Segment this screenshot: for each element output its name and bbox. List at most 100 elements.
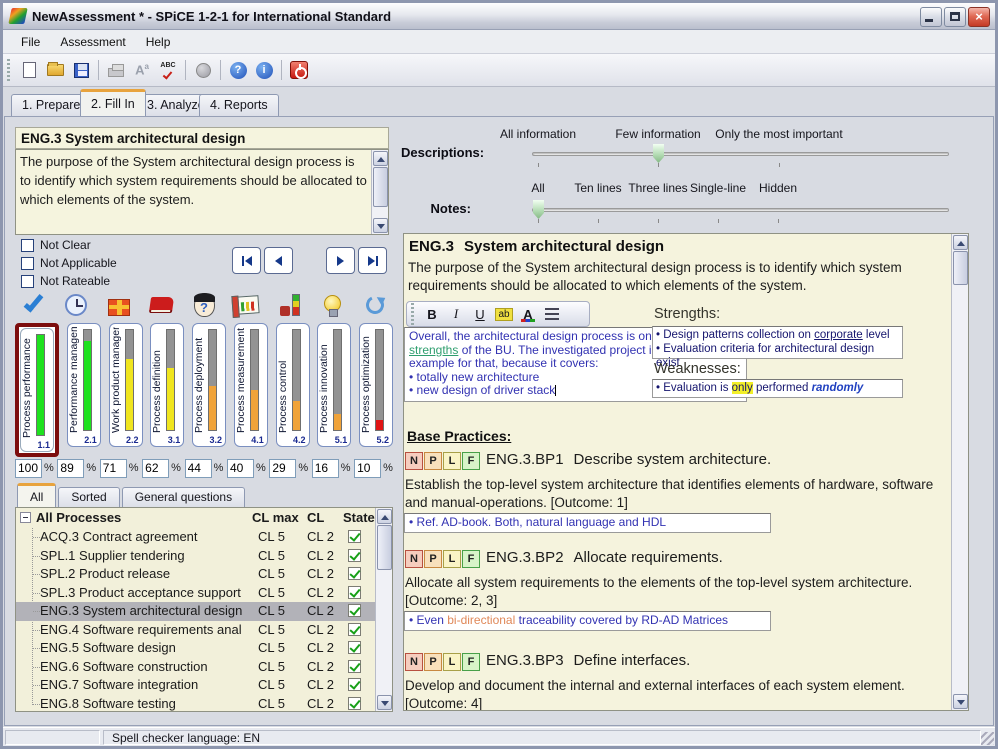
scrollbar-thumb[interactable] <box>377 525 392 570</box>
menu-file[interactable]: File <box>11 31 50 53</box>
checkbox-box[interactable] <box>21 239 34 252</box>
list-tab-general-questions[interactable]: General questions <box>122 487 245 507</box>
rating-f-button[interactable]: F <box>462 550 480 568</box>
table-row[interactable]: ENG.8 Software testingCL 5CL 2 <box>16 695 376 713</box>
spell-check-button[interactable]: ABC <box>156 58 180 82</box>
process-purpose-box[interactable]: The purpose of the System architectural … <box>15 149 389 235</box>
list-tab-all[interactable]: All <box>17 483 56 507</box>
rating-n-button[interactable]: N <box>405 653 423 671</box>
rating-p-button[interactable]: P <box>424 452 442 470</box>
rating-n-button[interactable]: N <box>405 452 423 470</box>
notes-slider-track[interactable] <box>532 208 949 212</box>
percent-input-2-1[interactable] <box>57 459 84 478</box>
question-head-icon[interactable]: ? <box>188 290 220 320</box>
percent-input-5-2[interactable] <box>354 459 381 478</box>
checkbox-not-clear[interactable]: Not Clear <box>21 237 91 253</box>
descriptions-slider-track[interactable] <box>532 152 949 156</box>
document-scrollbar[interactable] <box>951 234 968 710</box>
new-document-button[interactable] <box>17 58 41 82</box>
bold-button[interactable]: B <box>420 304 444 324</box>
history-clock-icon[interactable] <box>60 290 92 320</box>
table-row[interactable]: ENG.7 Software integrationCL 5CL 2 <box>16 676 376 695</box>
percent-input-4-2[interactable] <box>269 459 296 478</box>
purpose-scrollbar[interactable] <box>371 150 388 234</box>
descriptions-slider-thumb[interactable] <box>653 144 664 163</box>
table-row[interactable]: ACQ.3 Contract agreementCL 5CL 2 <box>16 528 376 547</box>
bullet-list-button[interactable] <box>540 304 564 324</box>
percent-input-2-2[interactable] <box>100 459 127 478</box>
bp1-note[interactable]: Ref. AD-book. Both, natural language and… <box>404 513 771 533</box>
tab-reports[interactable]: 4. Reports <box>199 94 279 116</box>
rating-l-button[interactable]: L <box>443 550 461 568</box>
strengths-box[interactable]: Design patterns collection on corporate … <box>652 326 903 359</box>
scroll-up-icon[interactable] <box>373 151 388 166</box>
table-scrollbar[interactable] <box>375 508 392 711</box>
rating-f-button[interactable]: F <box>462 653 480 671</box>
bp2-note[interactable]: Even bi-directional traceability covered… <box>404 611 771 631</box>
font-color-button[interactable]: A <box>516 304 540 324</box>
collapse-icon[interactable] <box>20 512 31 523</box>
percent-input-1-1[interactable] <box>15 459 42 478</box>
previous-process-button[interactable] <box>264 247 293 274</box>
help-button[interactable]: ? <box>226 58 250 82</box>
gauge-process-deployment[interactable]: Process deployment 3.2 <box>192 323 226 447</box>
gauge-process-innovation[interactable]: Process innovation 5.1 <box>317 323 351 447</box>
reference-book-icon[interactable] <box>145 290 177 320</box>
resize-grip[interactable] <box>981 732 994 745</box>
italic-button[interactable]: I <box>444 304 468 324</box>
percent-input-3-2[interactable] <box>185 459 212 478</box>
evaluation-board-icon[interactable] <box>231 290 263 320</box>
maximize-button[interactable] <box>944 7 966 27</box>
open-file-button[interactable] <box>43 58 67 82</box>
checkbox-not-applicable[interactable]: Not Applicable <box>21 255 117 271</box>
rating-l-button[interactable]: L <box>443 653 461 671</box>
table-row-selected[interactable]: ENG.3 System architectural designCL 5CL … <box>16 602 376 621</box>
next-process-button[interactable] <box>326 247 355 274</box>
minimize-button[interactable] <box>920 7 942 27</box>
checkbox-not-rateable[interactable]: Not Rateable <box>21 273 110 289</box>
gauge-process-performance[interactable]: Process performance 1.1 <box>20 328 54 452</box>
percent-input-3-1[interactable] <box>142 459 169 478</box>
table-row[interactable]: ENG.4 Software requirements analCL 5CL 2 <box>16 621 376 640</box>
table-row[interactable]: SPL.2 Product releaseCL 5CL 2 <box>16 565 376 584</box>
gauge-performance-management[interactable]: Performance management 2.1 <box>67 323 101 447</box>
gauge-process-measurement[interactable]: Process measurement 4.1 <box>234 323 268 447</box>
gift-icon[interactable] <box>103 290 135 320</box>
percent-input-5-1[interactable] <box>312 459 339 478</box>
table-row[interactable]: ENG.5 Software designCL 5CL 2 <box>16 639 376 658</box>
scroll-up-icon[interactable] <box>377 509 392 524</box>
list-tab-sorted[interactable]: Sorted <box>58 487 119 507</box>
weaknesses-box[interactable]: Evaluation is only performed randomly <box>652 379 903 398</box>
rating-n-button[interactable]: N <box>405 550 423 568</box>
idea-bulb-icon[interactable] <box>316 290 348 320</box>
table-row[interactable]: SPL.1 Supplier tenderingCL 5CL 2 <box>16 547 376 566</box>
scrollbar-thumb[interactable] <box>953 251 968 285</box>
scroll-down-icon[interactable] <box>953 694 968 709</box>
gauge-work-product-management[interactable]: Work product management 2.2 <box>109 323 143 447</box>
table-row[interactable]: SPL.3 Product acceptance supportCL 5CL 2 <box>16 584 376 603</box>
tab-fill-in[interactable]: 2. Fill In <box>80 89 146 116</box>
gauge-process-definition[interactable]: Process definition 3.1 <box>150 323 184 447</box>
menu-assessment[interactable]: Assessment <box>50 31 135 53</box>
refresh-icon[interactable] <box>359 290 391 320</box>
scroll-down-icon[interactable] <box>377 695 392 710</box>
info-button[interactable]: i <box>252 58 276 82</box>
underline-button[interactable]: U <box>468 304 492 324</box>
save-button[interactable] <box>69 58 93 82</box>
last-process-button[interactable] <box>358 247 387 274</box>
gauge-process-optimization[interactable]: Process optimization 5.2 <box>359 323 393 447</box>
scroll-down-icon[interactable] <box>373 218 388 233</box>
first-process-button[interactable] <box>232 247 261 274</box>
checkbox-box[interactable] <box>21 275 34 288</box>
rating-f-button[interactable]: F <box>462 452 480 470</box>
notes-slider-thumb[interactable] <box>533 200 544 219</box>
note-link[interactable]: strengths <box>409 343 458 357</box>
menu-help[interactable]: Help <box>136 31 181 53</box>
scrollbar-thumb[interactable] <box>373 167 388 207</box>
close-button[interactable]: × <box>968 7 990 27</box>
rating-tool-icon[interactable] <box>274 290 306 320</box>
checkbox-box[interactable] <box>21 257 34 270</box>
approve-check-icon[interactable] <box>17 290 49 320</box>
rating-p-button[interactable]: P <box>424 653 442 671</box>
rating-l-button[interactable]: L <box>443 452 461 470</box>
